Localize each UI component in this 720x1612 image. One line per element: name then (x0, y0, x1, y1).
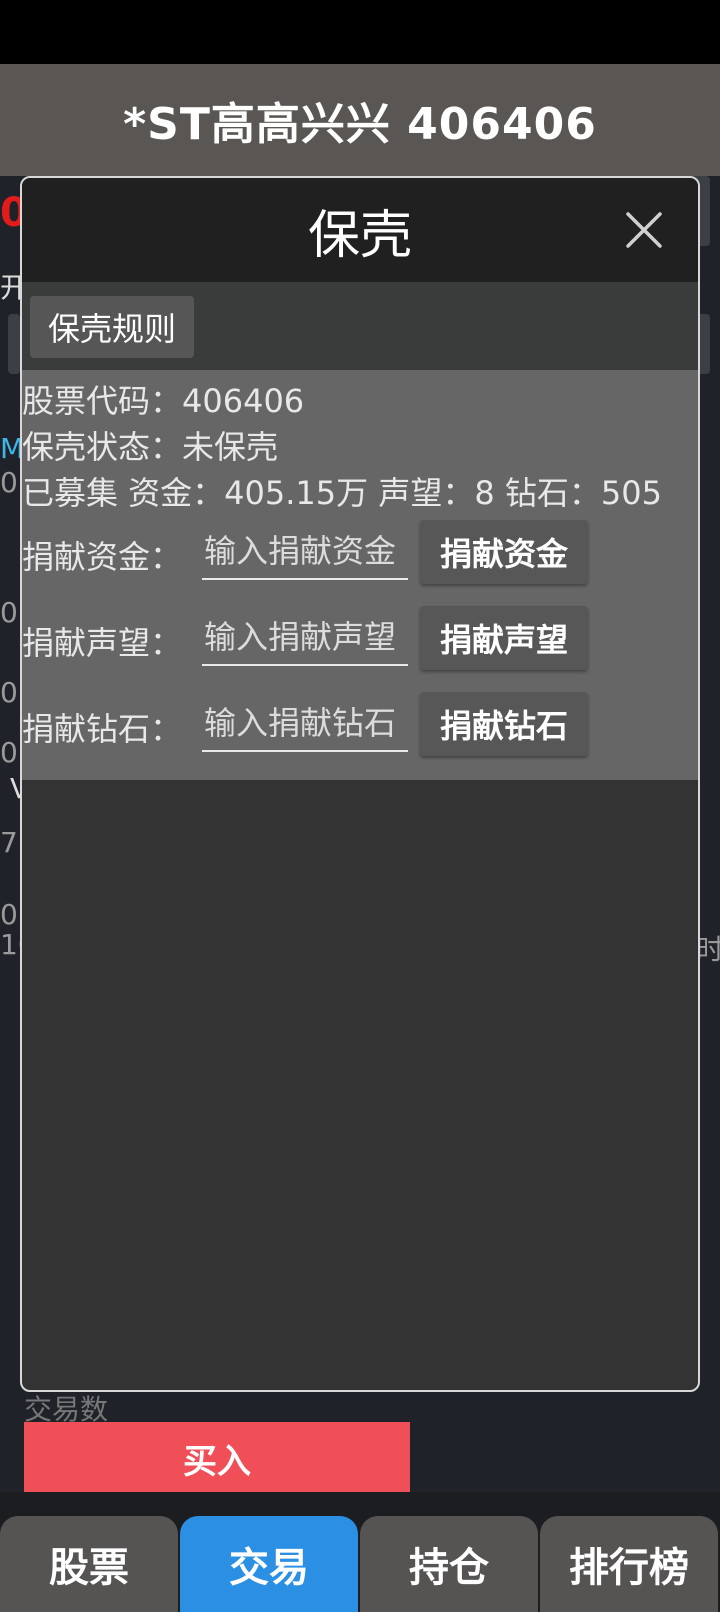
bg-input-edge (8, 314, 20, 374)
shell-status-line: 保壳状态：未保壳 (22, 428, 279, 466)
donate-reputation-row: 捐献声望： 捐献声望 (22, 606, 698, 678)
donate-diamonds-button[interactable]: 捐献钻石 (420, 692, 588, 756)
shell-rules-button[interactable]: 保壳规则 (30, 296, 195, 358)
bg-axis-label: 0 (0, 596, 18, 629)
stock-code-line: 股票代码：406406 (22, 382, 305, 420)
tab-trade[interactable]: 交易 (180, 1516, 358, 1612)
dialog-header: 保壳 (22, 178, 698, 282)
stock-title: *ST高高兴兴 406406 (123, 99, 597, 150)
donate-funds-row: 捐献资金： 捐献资金 (22, 520, 698, 592)
shell-info-panel: 股票代码：406406 保壳状态：未保壳 已募集 资金：405.15万 声望：8… (22, 370, 698, 780)
dialog-title: 保壳 (307, 205, 412, 266)
rules-bar: 保壳规则 (22, 282, 698, 370)
stock-title-bar: *ST高高兴兴 406406 (0, 64, 720, 176)
donate-funds-button[interactable]: 捐献资金 (420, 520, 588, 584)
donate-reputation-input[interactable] (202, 610, 408, 666)
donate-diamonds-input[interactable] (202, 696, 408, 752)
shell-protection-dialog: 保壳 保壳规则 股票代码：406406 保壳状态：未保壳 已募集 资金：405.… (20, 176, 700, 1392)
close-icon[interactable] (620, 206, 668, 254)
tab-leaderboard[interactable]: 排行榜 (540, 1516, 718, 1612)
donate-funds-label: 捐献资金： (22, 538, 183, 576)
buy-button[interactable]: 买入 (24, 1422, 410, 1494)
tab-holdings[interactable]: 持仓 (360, 1516, 538, 1612)
donate-diamonds-label: 捐献钻石： (22, 710, 183, 748)
bottom-tab-bar: 股票 交易 持仓 排行榜 (0, 1492, 720, 1612)
donate-reputation-button[interactable]: 捐献声望 (420, 606, 588, 670)
donate-reputation-label: 捐献声望： (22, 624, 183, 662)
status-bar (0, 0, 720, 64)
bg-axis-label: 0 (0, 676, 18, 709)
donate-diamonds-row: 捐献钻石： 捐献钻石 (22, 692, 698, 764)
bg-volume-axis-zero: 0 (0, 898, 18, 931)
bg-axis-label: 0 (0, 466, 18, 499)
tab-stocks[interactable]: 股票 (0, 1516, 178, 1612)
bg-axis-label: 0 (0, 736, 18, 769)
donate-funds-input[interactable] (202, 524, 408, 580)
raised-funds-line: 已募集 资金：405.15万 声望：8 钻石：505 (22, 474, 662, 512)
